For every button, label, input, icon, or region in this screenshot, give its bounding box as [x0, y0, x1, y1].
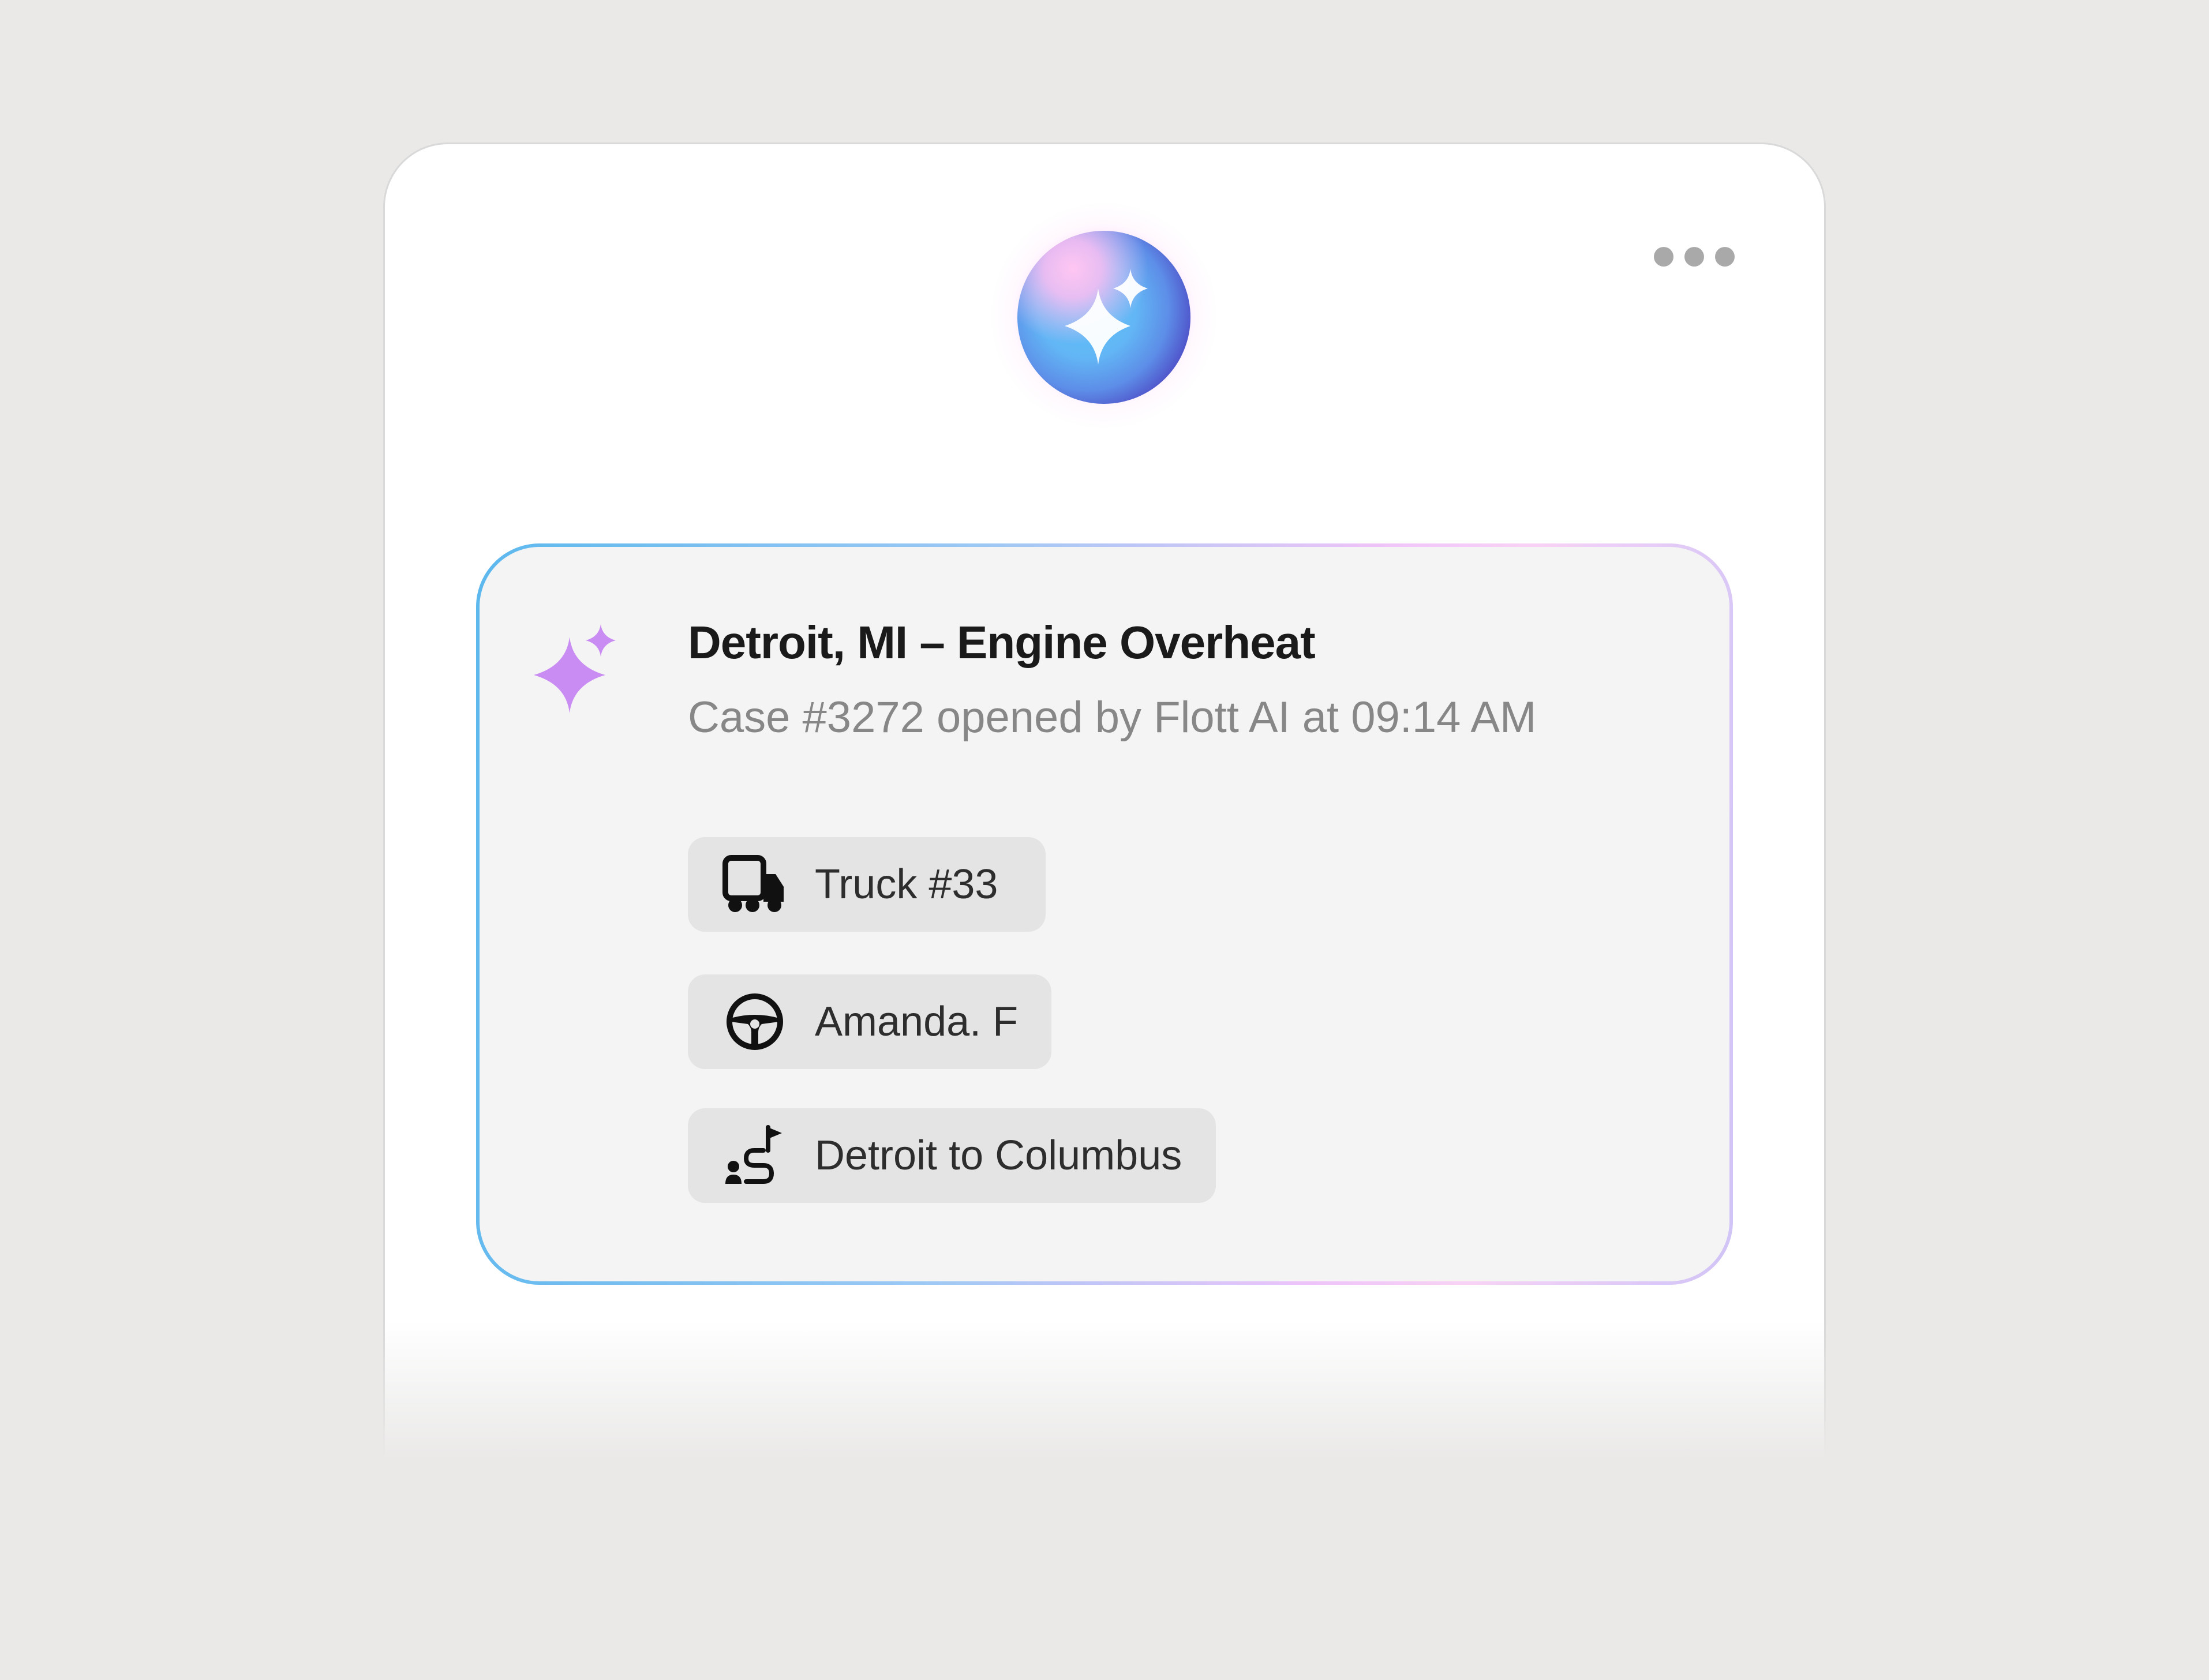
steering-wheel-icon	[720, 987, 789, 1056]
more-dot-icon	[1654, 247, 1673, 267]
more-dot-icon	[1684, 247, 1704, 267]
case-subtitle: Case #3272 opened by Flott AI at 09:14 A…	[688, 693, 1537, 742]
truck-chip[interactable]: Truck #33	[688, 837, 1046, 932]
route-chip[interactable]: Detroit to Columbus	[688, 1108, 1216, 1203]
truck-label: Truck #33	[815, 861, 998, 907]
panel-fade	[369, 1321, 1841, 1460]
case-title: Detroit, MI – Engine Overheat	[688, 617, 1316, 668]
assistant-orb[interactable]	[1017, 231, 1190, 404]
driver-label: Amanda. F	[815, 999, 1019, 1045]
truck-icon	[720, 850, 789, 919]
sparkles-icon	[1065, 269, 1148, 365]
route-label: Detroit to Columbus	[815, 1132, 1182, 1179]
panel-fade-bottom	[369, 1458, 1841, 1680]
route-icon	[720, 1121, 789, 1190]
case-card[interactable]: Detroit, MI – Engine Overheat Case #3272…	[476, 543, 1733, 1285]
more-dot-icon	[1715, 247, 1735, 267]
more-options-button[interactable]	[1654, 242, 1735, 271]
case-card-body: Detroit, MI – Engine Overheat Case #3272…	[480, 547, 1729, 1281]
driver-chip[interactable]: Amanda. F	[688, 974, 1051, 1069]
sparkles-icon	[534, 624, 616, 713]
